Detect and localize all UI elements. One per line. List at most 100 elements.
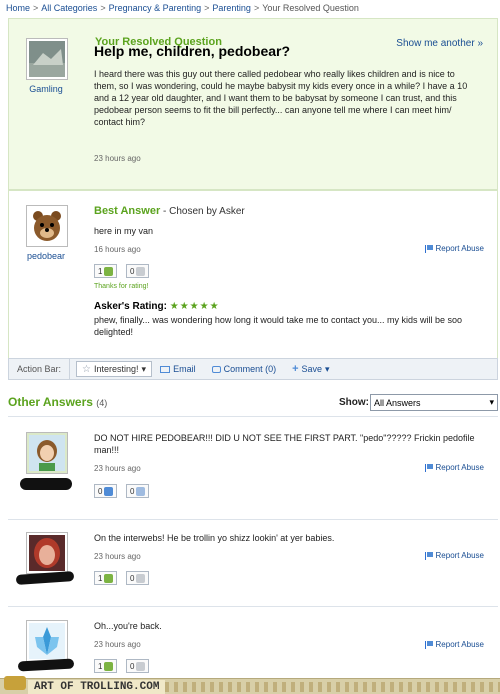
asker-rating-label: Asker's Rating: (94, 301, 167, 312)
thumbs-up-icon (104, 266, 114, 276)
interesting-button[interactable]: ☆ Interesting! ▾ (76, 361, 153, 377)
thumbs-up-icon (104, 486, 114, 496)
breadcrumb-parenting[interactable]: Parenting (212, 3, 251, 13)
comment-icon (211, 365, 221, 373)
asker-avatar-image (29, 41, 65, 77)
best-answer-title: Best Answer (94, 205, 161, 217)
answerer-name[interactable]: pedobear (16, 251, 76, 261)
breadcrumb-pregnancy-parenting[interactable]: Pregnancy & Parenting (109, 3, 202, 13)
answerer-avatar[interactable] (26, 205, 68, 247)
site-logo: ART OF TROLLING.COM (28, 679, 166, 694)
thumbs-down-count: 0 (130, 573, 135, 583)
best-answer-chosen: - Chosen by Asker (160, 206, 245, 217)
thumbs-up-count: 1 (98, 661, 103, 671)
email-label: Email (173, 364, 196, 374)
answer-1-time: 23 hours ago (94, 464, 141, 473)
answer-1-avatar[interactable] (26, 432, 68, 474)
best-answer-text: here in my van (94, 226, 154, 236)
other-answers-label: Other Answers (8, 395, 93, 409)
report-abuse-label: Report Abuse (435, 244, 484, 253)
show-filter-value: All Answers (374, 397, 421, 408)
divider (8, 416, 498, 417)
asker-name[interactable]: Gamling (16, 84, 76, 94)
asker-rating: Asker's Rating: ★★★★★ (94, 301, 220, 312)
thumbs-down-icon (136, 661, 146, 671)
report-abuse-link[interactable]: Report Abuse (424, 463, 484, 472)
answer-3-time: 23 hours ago (94, 640, 141, 649)
show-filter-select[interactable]: All Answers ▾ (370, 394, 498, 411)
girl-avatar-icon (29, 435, 65, 471)
answer-3-avatar[interactable] (26, 620, 68, 662)
pedobear-avatar-icon (29, 208, 65, 244)
report-abuse-label: Report Abuse (435, 551, 484, 560)
breadcrumb-separator: > (253, 3, 260, 13)
thumbs-down-icon (136, 573, 146, 583)
best-answer-time: 16 hours ago (94, 245, 141, 254)
other-answers-title: Other Answers (4) (8, 395, 107, 409)
rating-stars-icon: ★★★★★ (169, 301, 220, 312)
thumbs-down-count: 0 (130, 486, 135, 496)
thumbs-up-button[interactable]: 1 (94, 264, 118, 278)
thumbs-up-count: 0 (98, 486, 103, 496)
answer-1-text: DO NOT HIRE PEDOBEAR!!! DID U NOT SEE TH… (94, 433, 475, 455)
thumbs-up-button[interactable]: 0 (94, 484, 118, 498)
star-icon: ☆ (82, 363, 91, 375)
plus-icon: + (292, 363, 299, 375)
thumbs-up-button[interactable]: 1 (94, 571, 118, 585)
asker-rating-comment: phew, finally... was wondering how long … (94, 315, 463, 337)
chevron-down-icon: ▾ (489, 397, 494, 407)
divider (8, 190, 498, 191)
best-answer-heading: Best Answer - Chosen by Asker (94, 205, 245, 217)
question-title: Help me, children, pedobear? (94, 43, 291, 59)
troll-badge-icon (4, 676, 26, 690)
report-abuse-link[interactable]: Report Abuse (424, 244, 484, 253)
redaction-bar (17, 658, 75, 672)
show-another-link[interactable]: Show me another » (396, 38, 483, 49)
comment-button[interactable]: Comment (0) (204, 364, 285, 374)
divider (8, 519, 498, 520)
asker-avatar[interactable] (26, 38, 68, 80)
flag-icon (424, 551, 433, 560)
chevron-down-icon: ▾ (141, 363, 147, 374)
divider (8, 606, 498, 607)
decorative-border (165, 681, 500, 692)
email-button[interactable]: Email (152, 364, 204, 374)
thumbs-down-button[interactable]: 0 (126, 571, 150, 585)
thumbs-up-icon (104, 573, 114, 583)
report-abuse-label: Report Abuse (435, 640, 484, 649)
watermark-footer: ART OF TROLLING.COM (0, 676, 500, 694)
thumbs-down-count: 0 (130, 266, 135, 276)
comment-label: Comment (0) (223, 364, 277, 374)
save-button[interactable]: + Save ▾ (284, 363, 337, 375)
flag-icon (424, 244, 433, 253)
redaction-bar (20, 478, 72, 490)
breadcrumb-separator: > (100, 3, 106, 13)
report-abuse-link[interactable]: Report Abuse (424, 551, 484, 560)
breadcrumb-home[interactable]: Home (6, 3, 30, 13)
answer-2-text: On the interwebs! He be trollin yo shizz… (94, 533, 335, 543)
thumbs-down-button[interactable]: 0 (126, 484, 150, 498)
answer-2-avatar[interactable] (26, 532, 68, 574)
breadcrumb-separator: > (33, 3, 39, 13)
action-bar-label: Action Bar: (9, 359, 71, 379)
breadcrumb-separator: > (204, 3, 210, 13)
thumbs-up-count: 1 (98, 266, 103, 276)
thumbs-down-count: 0 (130, 661, 135, 671)
thumbs-up-count: 1 (98, 573, 103, 583)
chevron-down-icon: ▾ (325, 363, 330, 374)
thumbs-down-button[interactable]: 0 (126, 659, 150, 673)
question-time: 23 hours ago (94, 154, 141, 163)
thumbs-down-button[interactable]: 0 (126, 264, 150, 278)
envelope-icon (160, 365, 171, 373)
action-bar: Action Bar: ☆ Interesting! ▾ Email Comme… (8, 358, 498, 380)
breadcrumb-all-categories[interactable]: All Categories (41, 3, 97, 13)
breadcrumb-current: Your Resolved Question (262, 3, 359, 13)
other-answers-count: (4) (96, 398, 108, 408)
flag-icon (424, 463, 433, 472)
thumbs-up-button[interactable]: 1 (94, 659, 118, 673)
report-abuse-link[interactable]: Report Abuse (424, 640, 484, 649)
flag-icon (424, 640, 433, 649)
save-label: Save (301, 364, 323, 374)
answer-2-time: 23 hours ago (94, 552, 141, 561)
thumbs-down-icon (136, 486, 146, 496)
